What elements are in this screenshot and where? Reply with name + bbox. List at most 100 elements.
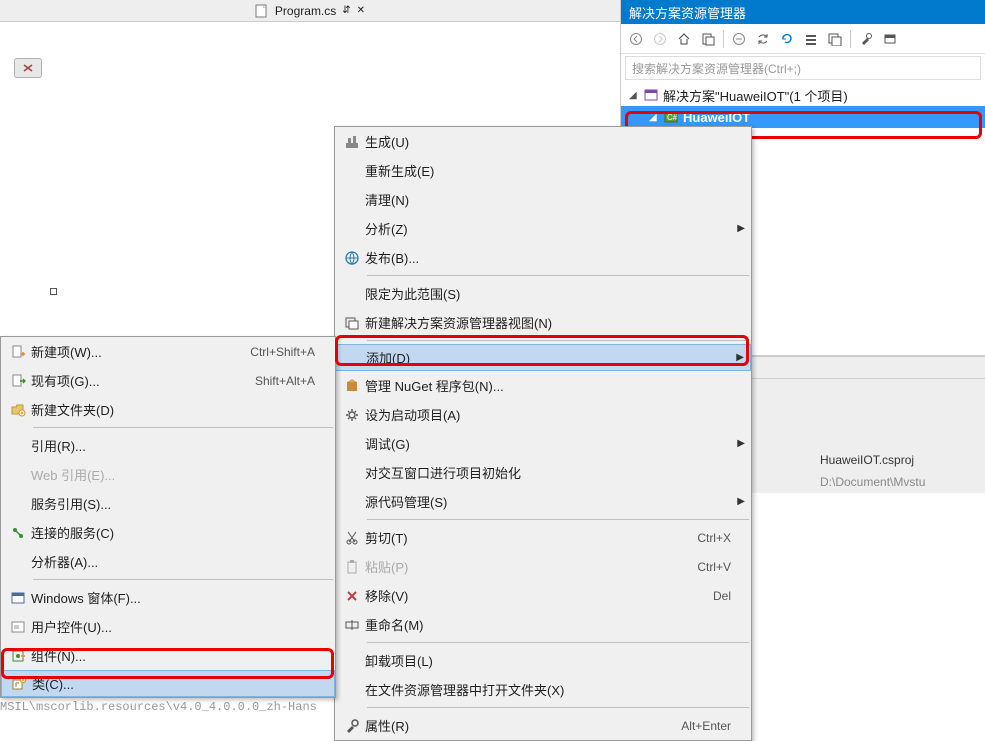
menu-item[interactable]: 移除(V)Del: [335, 581, 751, 610]
menu-item-label: 对交互窗口进行项目初始化: [365, 463, 731, 482]
menu-item[interactable]: 服务引用(S)...: [1, 489, 335, 518]
menu-item-label: 限定为此范围(S): [365, 284, 731, 303]
project-context-menu: 生成(U)重新生成(E)清理(N)分析(Z)▶发布(B)...限定为此范围(S)…: [334, 126, 752, 741]
refresh-icon[interactable]: [776, 28, 798, 50]
gear-icon: [339, 404, 365, 426]
submenu-arrow-icon: ▶: [737, 496, 745, 507]
form-close-button[interactable]: [14, 58, 42, 78]
blank-icon: [339, 650, 365, 672]
menu-item[interactable]: 对交互窗口进行项目初始化: [335, 458, 751, 487]
solution-node[interactable]: ◢ 解决方案"HuaweiIOT"(1 个项目): [621, 84, 985, 106]
menu-shortcut: Ctrl+Shift+A: [250, 345, 315, 359]
menu-item-label: 调试(G): [365, 434, 731, 453]
menu-item-label: 清理(N): [365, 190, 731, 209]
solution-label: 解决方案"HuaweiIOT"(1 个项目): [663, 86, 848, 105]
blank-icon: [339, 679, 365, 701]
menu-item[interactable]: 类(C)...: [1, 670, 335, 697]
document-tab[interactable]: Program.cs ⇵ ✕: [247, 2, 373, 20]
menu-item[interactable]: 现有项(G)... Shift+Alt+A: [1, 366, 335, 395]
menu-item[interactable]: 新建文件夹(D): [1, 395, 335, 424]
project-label: HuaweiIOT: [683, 110, 750, 125]
menu-item[interactable]: 剪切(T)Ctrl+X: [335, 523, 751, 552]
menu-item-label: 分析(Z): [365, 219, 731, 238]
menu-item[interactable]: 添加(D)▶: [335, 344, 751, 371]
nav-back-icon[interactable]: [625, 28, 647, 50]
menu-item[interactable]: 引用(R)...: [1, 431, 335, 460]
menu-item[interactable]: 管理 NuGet 程序包(N)...: [335, 371, 751, 400]
menu-item-label: 发布(B)...: [365, 248, 731, 267]
menu-item-label: 卸载项目(L): [365, 651, 731, 670]
usercontrol-icon: [5, 616, 31, 638]
menu-item-label: 服务引用(S)...: [31, 494, 315, 513]
document-tab-bar: Program.cs ⇵ ✕: [0, 0, 620, 22]
menu-item-label: 重命名(M): [365, 615, 731, 634]
blank-icon: [5, 551, 31, 573]
menu-separator: [33, 427, 333, 428]
menu-item[interactable]: 发布(B)...: [335, 243, 751, 272]
menu-item[interactable]: 分析器(A)...: [1, 547, 335, 576]
menu-item[interactable]: Windows 窗体(F)...: [1, 583, 335, 612]
nav-forward-icon[interactable]: [649, 28, 671, 50]
blank-icon: [339, 189, 365, 211]
blank-icon: [5, 493, 31, 515]
menu-item[interactable]: 生成(U): [335, 127, 751, 156]
menu-item[interactable]: 新建解决方案资源管理器视图(N): [335, 308, 751, 337]
menu-item[interactable]: 卸载项目(L): [335, 646, 751, 675]
tab-pin-icon[interactable]: ⇵: [342, 5, 350, 16]
blank-icon: [339, 218, 365, 240]
prop-filename: HuaweiIOT.csproj: [820, 449, 985, 471]
paste-icon: [339, 556, 365, 578]
preview-icon[interactable]: [879, 28, 901, 50]
solution-view-icon[interactable]: [697, 28, 719, 50]
menu-item[interactable]: 清理(N): [335, 185, 751, 214]
csharp-file-icon: [255, 4, 269, 18]
home-icon[interactable]: [673, 28, 695, 50]
cut-icon: [339, 527, 365, 549]
properties-icon[interactable]: [855, 28, 877, 50]
rename-icon: [339, 614, 365, 636]
menu-item-label: 连接的服务(C): [31, 523, 315, 542]
blank-icon: [5, 464, 31, 486]
menu-item: Web 引用(E)...: [1, 460, 335, 489]
showall-icon[interactable]: [824, 28, 846, 50]
menu-item[interactable]: 源代码管理(S) ▶: [335, 487, 751, 516]
menu-item[interactable]: 调试(G)▶: [335, 429, 751, 458]
menu-item[interactable]: 新建项(W)...Ctrl+Shift+A: [1, 337, 335, 366]
menu-item[interactable]: 分析(Z)▶: [335, 214, 751, 243]
collapse-icon[interactable]: [800, 28, 822, 50]
menu-shortcut: Shift+Alt+A: [255, 374, 315, 388]
search-input[interactable]: 搜索解决方案资源管理器(Ctrl+;): [625, 56, 981, 80]
menu-item-label: 源代码管理(S): [365, 492, 731, 511]
menu-item[interactable]: 重新生成(E): [335, 156, 751, 185]
menu-shortcut: Ctrl+X: [697, 531, 731, 545]
menu-item[interactable]: 限定为此范围(S): [335, 279, 751, 308]
menu-item-label: 用户控件(U)...: [31, 617, 315, 636]
form-resize-handle[interactable]: [50, 288, 57, 295]
menu-item[interactable]: 在文件资源管理器中打开文件夹(X): [335, 675, 751, 704]
sync-icon[interactable]: [752, 28, 774, 50]
globe-icon: [339, 247, 365, 269]
tab-label: Program.cs: [275, 4, 336, 18]
menu-item[interactable]: 设为启动项目(A): [335, 400, 751, 429]
menu-item[interactable]: 重命名(M): [335, 610, 751, 639]
menu-item-label: 现有项(G)...: [31, 371, 215, 390]
expand-arrow-icon[interactable]: ◢: [649, 112, 659, 123]
panel-title: 解决方案资源管理器: [621, 0, 985, 24]
menu-item-label: 重新生成(E): [365, 161, 731, 180]
menu-item[interactable]: 用户控件(U)...: [1, 612, 335, 641]
blank-icon: [339, 491, 365, 513]
menu-item-label: 粘贴(P): [365, 557, 657, 576]
project-node[interactable]: ◢ C# HuaweiIOT: [621, 106, 985, 128]
menu-separator: [367, 275, 749, 276]
menu-item-label: 移除(V): [365, 586, 673, 605]
menu-item-label: 引用(R)...: [31, 436, 315, 455]
submenu-arrow-icon: ▶: [736, 352, 744, 363]
menu-item-label: 管理 NuGet 程序包(N)...: [365, 376, 731, 395]
expand-arrow-icon[interactable]: ◢: [629, 90, 639, 101]
menu-item[interactable]: 连接的服务(C): [1, 518, 335, 547]
pending-icon[interactable]: [728, 28, 750, 50]
menu-item-label: 设为启动项目(A): [365, 405, 731, 424]
menu-item[interactable]: 组件(N)...: [1, 641, 335, 670]
menu-item-label: 组件(N)...: [31, 646, 315, 665]
tab-close-icon[interactable]: ✕: [357, 5, 365, 16]
